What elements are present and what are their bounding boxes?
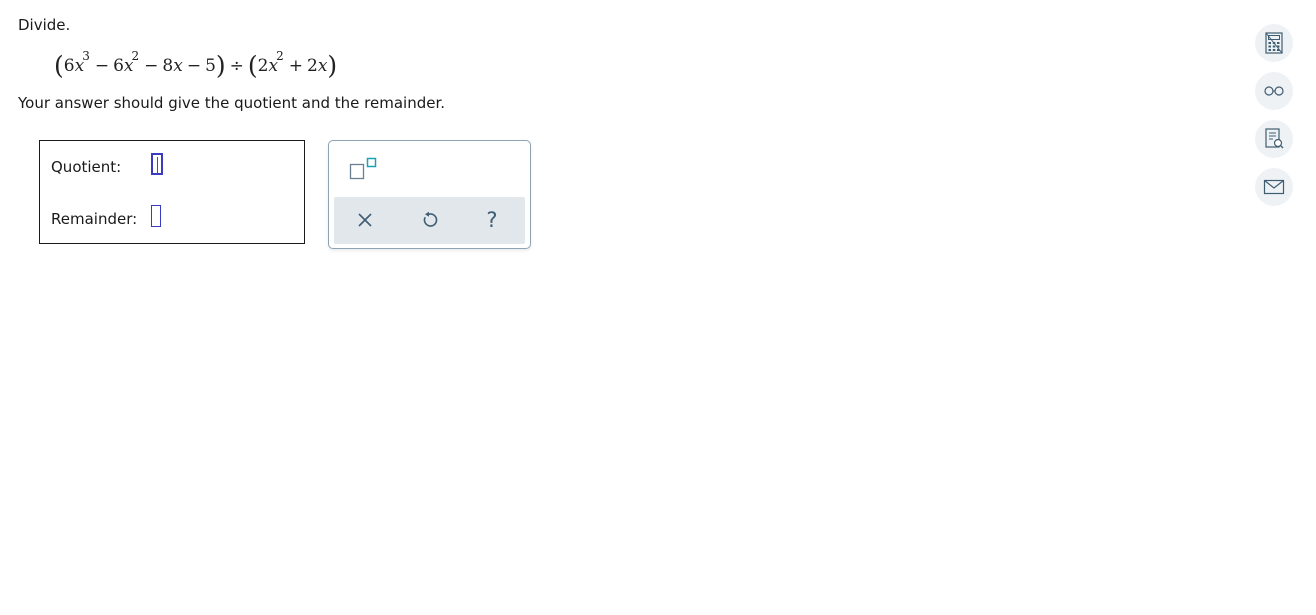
exponent-button[interactable] bbox=[349, 156, 379, 184]
term-coef: 2 bbox=[306, 56, 318, 76]
mail-icon bbox=[1263, 179, 1285, 195]
reference-sheet-button[interactable] bbox=[1255, 120, 1293, 158]
term-exp: 3 bbox=[82, 49, 90, 63]
term-var: x bbox=[173, 56, 183, 76]
math-keypad: ? bbox=[328, 140, 531, 249]
math-expression: ( 6 x 3 − 6 x 2 − 8 x − 5 ) ÷ ( 2 x 2 + … bbox=[54, 49, 338, 80]
hint-text: Your answer should give the quotient and… bbox=[18, 94, 446, 112]
operator: + bbox=[288, 56, 303, 76]
exponent-icon bbox=[349, 157, 377, 180]
term-exp: 2 bbox=[276, 49, 284, 63]
instruction: Divide. bbox=[18, 16, 71, 34]
divide-symbol: ÷ bbox=[229, 56, 244, 76]
keypad-toolbar: ? bbox=[334, 197, 525, 244]
operator: − bbox=[94, 56, 110, 76]
quotient-label: Quotient: bbox=[51, 158, 122, 176]
term-coef: 8 bbox=[162, 56, 174, 76]
help-button[interactable]: ? bbox=[477, 205, 507, 235]
undo-icon bbox=[423, 211, 438, 227]
close-icon bbox=[358, 213, 372, 227]
term-coef: 6 bbox=[63, 56, 75, 76]
clear-button[interactable] bbox=[350, 205, 380, 235]
term-exp: 2 bbox=[131, 49, 140, 63]
reference-sheet-icon bbox=[1265, 128, 1284, 149]
term-const: 5 bbox=[205, 56, 216, 76]
answer-box: Quotient: Remainder: bbox=[39, 140, 305, 244]
glasses-icon bbox=[1264, 86, 1284, 96]
mail-button[interactable] bbox=[1255, 168, 1293, 206]
operator: − bbox=[186, 56, 202, 76]
term-var: x bbox=[317, 56, 328, 76]
text-caret bbox=[157, 157, 158, 173]
term-coef: 6 bbox=[113, 56, 124, 76]
term-coef: 2 bbox=[257, 56, 269, 76]
undo-button[interactable] bbox=[414, 205, 444, 235]
glasses-button[interactable] bbox=[1255, 72, 1293, 110]
operator: − bbox=[144, 56, 159, 76]
calculator-icon bbox=[1265, 32, 1283, 54]
calculator-button[interactable] bbox=[1255, 24, 1293, 62]
remainder-label: Remainder: bbox=[51, 210, 138, 228]
remainder-input[interactable] bbox=[151, 205, 161, 227]
